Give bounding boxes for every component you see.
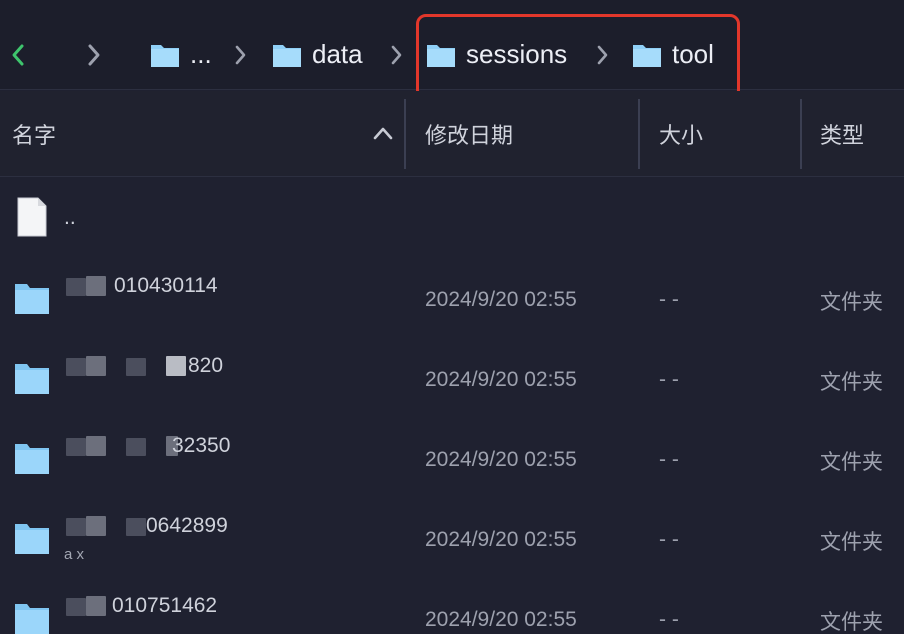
breadcrumb-item-tool[interactable]: tool bbox=[632, 36, 714, 72]
folder-icon bbox=[15, 284, 49, 314]
folder-icon bbox=[273, 45, 301, 67]
breadcrumb-label: ... bbox=[190, 38, 212, 69]
sort-ascending-icon bbox=[373, 127, 393, 140]
column-header-row: 名字 修改日期 大小 类型 bbox=[0, 91, 904, 177]
folder-icon bbox=[15, 524, 49, 554]
file-name: 820 bbox=[188, 354, 224, 377]
file-name-secondary: a x bbox=[64, 546, 85, 563]
breadcrumb-label: sessions bbox=[466, 38, 568, 69]
file-name: 010751462 bbox=[112, 594, 218, 617]
breadcrumb-bar: ... data sessions tool bbox=[0, 0, 904, 90]
modified-date: 2024/9/20 02:55 bbox=[425, 448, 577, 471]
column-modified-label: 修改日期 bbox=[425, 124, 514, 149]
file-name: 0642899 bbox=[146, 514, 228, 537]
file-size: - - bbox=[659, 288, 679, 311]
breadcrumb-label: tool bbox=[672, 38, 714, 69]
folder-icon bbox=[15, 364, 49, 394]
folder-icon bbox=[427, 45, 455, 67]
file-kind: 文件夹 bbox=[820, 450, 883, 474]
column-header-kind[interactable]: 类型 bbox=[820, 91, 904, 177]
modified-date: 2024/9/20 02:55 bbox=[425, 288, 577, 311]
list-item[interactable]: 32350 2024/9/20 02:55 - - 文件夹 bbox=[0, 418, 904, 498]
chevron-right-icon bbox=[597, 45, 608, 65]
breadcrumb-item-ellipsis[interactable]: ... bbox=[150, 36, 212, 72]
folder-icon bbox=[15, 604, 49, 634]
file-size: - - bbox=[659, 528, 679, 551]
list-item[interactable]: 0642899 a x 2024/9/20 02:55 - - 文件夹 bbox=[0, 498, 904, 578]
column-divider[interactable] bbox=[638, 99, 640, 169]
folder-icon bbox=[151, 45, 179, 67]
column-kind-label: 类型 bbox=[820, 124, 865, 149]
file-name: 010430114 bbox=[114, 274, 218, 297]
chevron-right-icon bbox=[391, 45, 402, 65]
list-item[interactable]: 820 2024/9/20 02:55 - - 文件夹 bbox=[0, 338, 904, 418]
file-size: - - bbox=[659, 368, 679, 391]
column-divider[interactable] bbox=[404, 99, 406, 169]
breadcrumb-item-data[interactable]: data bbox=[272, 36, 363, 72]
column-divider[interactable] bbox=[800, 99, 802, 169]
column-header-name[interactable]: 名字 bbox=[12, 91, 402, 177]
list-item-parent[interactable]: .. bbox=[0, 178, 904, 258]
list-item[interactable]: 010751462 2024/9/20 02:55 - - 文件夹 bbox=[0, 578, 904, 634]
document-icon bbox=[17, 197, 47, 237]
column-size-label: 大小 bbox=[659, 124, 704, 149]
forward-arrow-icon[interactable] bbox=[86, 40, 102, 70]
column-name-label: 名字 bbox=[12, 124, 57, 149]
file-size: - - bbox=[659, 608, 679, 631]
column-header-size[interactable]: 大小 bbox=[659, 91, 799, 177]
breadcrumb-item-sessions[interactable]: sessions bbox=[426, 36, 567, 72]
modified-date: 2024/9/20 02:55 bbox=[425, 608, 577, 631]
list-item[interactable]: 010430114 2024/9/20 02:55 - - 文件夹 bbox=[0, 258, 904, 338]
back-arrow-icon[interactable] bbox=[10, 40, 26, 70]
folder-icon bbox=[633, 45, 661, 67]
column-header-modified[interactable]: 修改日期 bbox=[425, 91, 635, 177]
file-name: 32350 bbox=[172, 434, 231, 457]
file-kind: 文件夹 bbox=[820, 610, 883, 634]
folder-icon bbox=[15, 444, 49, 474]
chevron-right-icon bbox=[235, 45, 246, 65]
modified-date: 2024/9/20 02:55 bbox=[425, 368, 577, 391]
file-size: - - bbox=[659, 448, 679, 471]
breadcrumb-label: data bbox=[312, 38, 363, 69]
file-kind: 文件夹 bbox=[820, 370, 883, 394]
file-kind: 文件夹 bbox=[820, 290, 883, 314]
file-kind: 文件夹 bbox=[820, 530, 883, 554]
file-name: .. bbox=[64, 206, 76, 229]
modified-date: 2024/9/20 02:55 bbox=[425, 528, 577, 551]
